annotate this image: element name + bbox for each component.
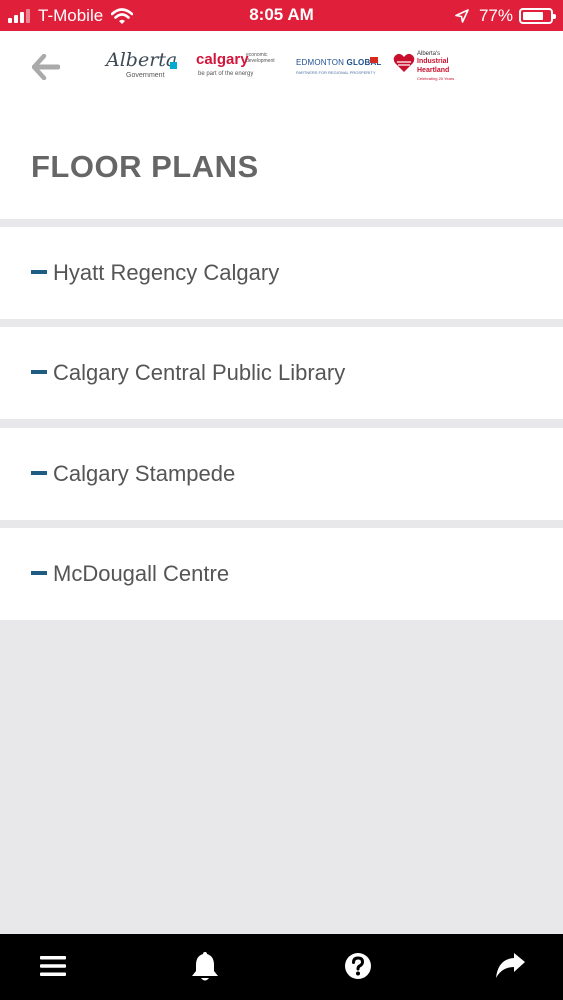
floor-plan-item-library[interactable]: Calgary Central Public Library <box>0 327 563 419</box>
help-icon <box>345 953 371 979</box>
battery-fill <box>523 11 544 20</box>
heartland-logo-line4: Celebrating 20 Years <box>417 76 455 81</box>
alberta-logo-square <box>170 62 177 69</box>
title-section: FLOOR PLANS <box>0 103 563 219</box>
bottom-nav <box>0 934 563 1000</box>
menu-button[interactable] <box>35 948 71 984</box>
calgary-economic-development-logo: calgary economic development be part of … <box>194 49 284 85</box>
share-icon <box>496 953 525 978</box>
industrial-heartland-logo: Alberta's Industrial Heartland Celebrati… <box>393 49 461 85</box>
collapse-dash-icon <box>31 571 47 575</box>
heart-icon <box>393 53 415 72</box>
battery-percent: 77% <box>478 5 513 25</box>
floor-plan-label: Hyatt Regency Calgary <box>53 260 280 285</box>
back-button[interactable] <box>28 51 64 83</box>
floor-plan-item-stampede[interactable]: Calgary Stampede <box>0 428 563 520</box>
location-arrow-icon <box>455 8 469 23</box>
back-arrow-icon <box>32 54 60 80</box>
app-header: Alberta Government calgary economic deve… <box>0 31 563 103</box>
heartland-logo-line2: Industrial <box>417 58 449 65</box>
collapse-dash-icon <box>31 471 47 475</box>
battery-icon <box>519 7 556 24</box>
calgary-logo-side: economic development <box>246 52 275 64</box>
status-right: 77% <box>455 4 556 27</box>
floor-plan-item-hyatt[interactable]: Hyatt Regency Calgary <box>0 227 563 319</box>
calgary-logo-main: calgary <box>196 51 249 68</box>
bell-icon <box>192 952 218 981</box>
alberta-logo-sub: Government <box>126 72 165 79</box>
alberta-government-logo: Alberta Government <box>106 49 182 85</box>
collapse-dash-icon <box>31 270 47 274</box>
floor-plan-label: Calgary Central Public Library <box>53 360 346 385</box>
share-button[interactable] <box>492 948 528 984</box>
floor-plan-label: Calgary Stampede <box>53 461 236 486</box>
page-title: FLOOR PLANS <box>31 149 259 184</box>
menu-icon <box>40 956 66 976</box>
collapse-dash-icon <box>31 370 47 374</box>
heartland-logo-line3: Heartland <box>417 67 450 74</box>
alberta-logo-script: Alberta <box>106 49 178 71</box>
help-button[interactable] <box>340 948 376 984</box>
status-bar: T-Mobile 8:05 AM 77% <box>0 0 563 31</box>
edmonton-global-logo: EDMONTON GLOBAL PARTNERS FOR REGIONAL PR… <box>296 49 382 85</box>
floor-plan-label: McDougall Centre <box>53 561 230 586</box>
canada-flag-icon <box>370 57 378 63</box>
calgary-logo-tagline: be part of the energy <box>198 71 254 77</box>
edmonton-logo-sub: PARTNERS FOR REGIONAL PROSPERITY <box>296 70 376 75</box>
notifications-button[interactable] <box>187 948 223 984</box>
heartland-logo-line1: Alberta's <box>417 51 441 57</box>
floor-plan-item-mcdougall[interactable]: McDougall Centre <box>0 528 563 620</box>
edmonton-logo-name: EDMONTON GLOBAL <box>296 58 382 67</box>
